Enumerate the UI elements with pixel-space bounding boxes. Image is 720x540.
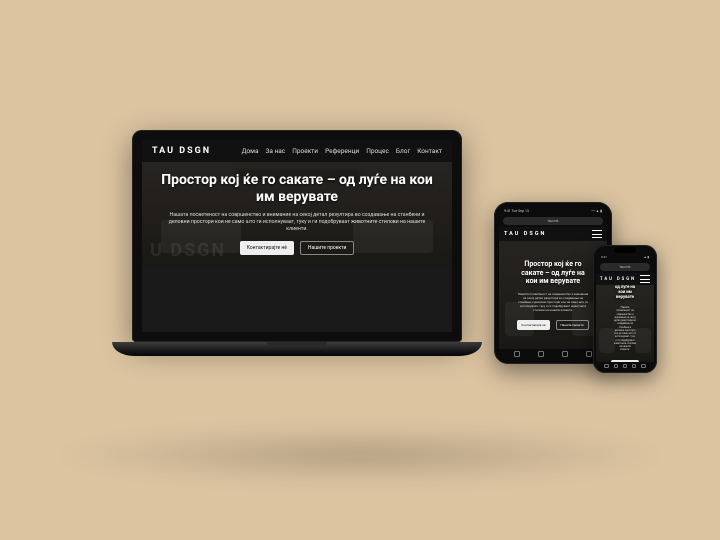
hero-cta-row: Контактирајте нѐ Нашите проекти — [517, 320, 588, 330]
toolbar-share-icon[interactable] — [623, 364, 628, 369]
browser-url-bar: tau.mk — [499, 215, 607, 227]
laptop-keyboard-deck — [112, 342, 482, 356]
hero-headline: Простор кој ќе го сакате – од луѓе на ко… — [160, 172, 434, 206]
ios-status-bar: 9:41 Tue Sep 13 ••• ▲ ▮ — [499, 207, 607, 215]
phone-device-mockup: 9:41 ▲ ▮ tau.mk TAU DSGN Простор кој ќе … — [593, 245, 657, 373]
browser-bottom-toolbar — [499, 349, 607, 359]
cta-contact-button[interactable]: Контактирајте нѐ — [517, 320, 549, 330]
hero-cta-row: Контактирајте нѐ Нашите проекти — [240, 241, 355, 255]
toolbar-book-icon[interactable] — [632, 364, 637, 369]
phone-notch — [614, 247, 636, 253]
url-field[interactable]: tau.mk — [600, 263, 650, 271]
toolbar-share-icon[interactable] — [562, 351, 568, 357]
hero-section: Простор кој ќе го сакате – од луѓе на ко… — [596, 285, 654, 362]
status-time: 9:41 — [601, 255, 607, 259]
browser-url-bar: tau.mk — [596, 261, 654, 273]
browser-bottom-toolbar — [596, 362, 654, 370]
nav-link-contact[interactable]: Контакт — [417, 147, 442, 155]
toolbar-forward-icon[interactable] — [614, 364, 619, 369]
hero-cta-row: Контактирајте нѐ Нашите проекти — [611, 360, 639, 362]
site-navbar: TAU DSGN Дома За нас Проекти Референци П… — [142, 140, 452, 162]
url-field[interactable]: tau.mk — [503, 217, 603, 225]
status-indicators: ▲ ▮ — [644, 255, 649, 259]
site-navbar: TAU DSGN — [596, 273, 654, 285]
brand-logo[interactable]: TAU DSGN — [600, 277, 636, 282]
brand-logo[interactable]: TAU DSGN — [504, 231, 546, 237]
ground-shadow — [50, 425, 670, 485]
brand-logo[interactable]: TAU DSGN — [152, 146, 211, 156]
toolbar-tabs-icon[interactable] — [586, 351, 592, 357]
hero-headline: Простор кој ќе го сакате – од луѓе на ко… — [517, 260, 589, 286]
laptop-viewport: TAU DSGN Дома За нас Проекти Референци П… — [142, 140, 452, 332]
hamburger-menu-icon[interactable] — [592, 230, 602, 238]
phone-viewport: 9:41 ▲ ▮ tau.mk TAU DSGN Простор кој ќе … — [596, 248, 654, 370]
tablet-viewport: 9:41 Tue Sep 13 ••• ▲ ▮ tau.mk TAU DSGN … — [499, 207, 607, 359]
cta-projects-button[interactable]: Нашите проекти — [556, 320, 589, 330]
hero-subtext: Нашата посветеност на совршенство и вним… — [167, 212, 427, 233]
hero-subtext: Нашата посветеност на совршенство и вним… — [614, 306, 636, 351]
nav-link-references[interactable]: Референци — [325, 147, 359, 155]
laptop-bezel: TAU DSGN Дома За нас Проекти Референци П… — [132, 130, 462, 342]
toolbar-back-icon[interactable] — [514, 351, 520, 357]
laptop-device-mockup: TAU DSGN Дома За нас Проекти Референци П… — [132, 130, 462, 356]
hero-headline: Простор кој ќе го сакате – од луѓе на ко… — [614, 285, 636, 300]
nav-link-blog[interactable]: Блог — [396, 147, 410, 155]
cta-contact-button[interactable]: Контактирајте нѐ — [240, 241, 294, 255]
cta-projects-button[interactable]: Нашите проекти — [300, 241, 355, 255]
nav-link-process[interactable]: Процес — [366, 147, 389, 155]
toolbar-tabs-icon[interactable] — [641, 364, 646, 369]
toolbar-back-icon[interactable] — [604, 364, 609, 369]
hero-section: Простор кој ќе го сакате – од луѓе на ко… — [142, 162, 452, 265]
nav-link-about[interactable]: За нас — [266, 147, 286, 155]
hero-subtext: Нашата посветеност на совршенство и вним… — [517, 292, 589, 312]
nav-links: Дома За нас Проекти Референци Процес Бло… — [242, 147, 442, 155]
hero-section: Простор кој ќе го сакате – од луѓе на ко… — [499, 241, 607, 349]
cta-contact-button[interactable]: Контактирајте нѐ — [611, 360, 638, 362]
nav-link-home[interactable]: Дома — [242, 147, 259, 155]
brand-watermark: U DSGN — [150, 240, 226, 261]
status-indicators: ••• ▲ ▮ — [591, 209, 602, 213]
status-time: 9:41 Tue Sep 13 — [504, 209, 529, 213]
toolbar-forward-icon[interactable] — [538, 351, 544, 357]
hamburger-menu-icon[interactable] — [640, 275, 650, 283]
site-navbar: TAU DSGN — [499, 227, 607, 241]
nav-link-projects[interactable]: Проекти — [292, 147, 318, 155]
